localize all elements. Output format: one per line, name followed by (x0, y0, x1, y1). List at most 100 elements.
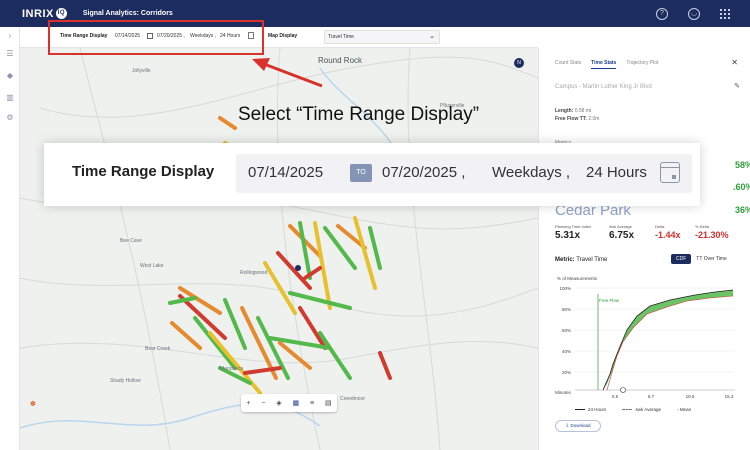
callout-time-range-bar: Time Range Display 07/14/2025 TO 07/20/2… (44, 143, 700, 206)
download-label: Download (570, 423, 591, 428)
expand-chevron-icon[interactable]: › (5, 31, 15, 41)
length-row: Length: 0.58 mi (555, 108, 591, 114)
map-view-icon[interactable]: ▦ (293, 399, 300, 407)
map-display-label: Map Display (268, 33, 298, 39)
side-percent-1: 58% (735, 160, 750, 170)
chart-y-title: % of Measurements (557, 276, 598, 281)
legend-24h[interactable]: 24 Hours (575, 407, 606, 412)
map-label-bee-cave: Bee Cave (120, 238, 142, 244)
cdf-chart: % of Measurements 100% 80% 60% 40% 20% F… (555, 276, 735, 399)
y-tick-60: 60% (562, 328, 571, 333)
table-icon[interactable]: ▥ (5, 93, 15, 103)
side-percent-2: .60% (733, 182, 750, 192)
callout-start-date: 07/14/2025 (248, 164, 324, 181)
chevron-down-icon: ⌄ (429, 33, 435, 40)
map-info-badge[interactable]: N (514, 58, 524, 68)
stat-value-pct-delta: -21.30% (695, 230, 729, 240)
list-view-icon[interactable]: ≡ (310, 400, 314, 407)
stat-label-pct-delta: % Delta (695, 224, 710, 229)
logo-badge: IQ (55, 8, 67, 19)
toggle-tt-over-time[interactable]: TT Over Time (691, 254, 731, 264)
right-panel: Count Stats Time Stats Trajectory Plot ✕… (538, 48, 750, 450)
callout-to-badge: TO (350, 164, 372, 182)
map-label-creedmoor: Creedmoor (340, 396, 366, 402)
grid-view-icon[interactable]: ▤ (325, 399, 332, 407)
map-label-manchaca: Manchaca (220, 366, 244, 372)
top-icons: ? ◡ (656, 0, 730, 27)
layers-icon[interactable]: ◈ (276, 399, 281, 407)
legend-24h-label: 24 Hours (588, 407, 607, 412)
download-button[interactable]: ⇩ Download (555, 420, 601, 432)
metric-value[interactable]: Travel Time (576, 257, 607, 263)
left-rail: › ☰ ◆ ▥ ⚙ (0, 27, 20, 450)
callout-time-range-field[interactable]: 07/14/2025 TO 07/20/2025 , Weekdays , 24… (236, 154, 692, 193)
selected-corridor-marker (295, 265, 301, 271)
inrix-logo[interactable]: INRIX IQ (22, 8, 67, 20)
zoom-in-icon[interactable]: + (246, 400, 250, 407)
edit-pencil-icon[interactable]: ✎ (734, 82, 740, 90)
legend-4wk[interactable]: 4wk Average (622, 407, 661, 412)
toggle-cdf[interactable]: CDF (671, 254, 692, 264)
x-title: Minutes (555, 390, 572, 395)
panel-tabs: Count Stats Time Stats Trajectory Plot (555, 60, 658, 69)
app-title: Signal Analytics: Corridors (82, 10, 173, 17)
length-value: 0.58 mi (574, 108, 592, 114)
stat-value-delta: -1.44x (655, 230, 681, 240)
free-flow-text: Free Flow (599, 298, 620, 303)
x-tick-4: 15.3 (725, 394, 734, 399)
cdf-line-4wk (606, 295, 734, 391)
callout-end-date: 07/20/2025 , (382, 164, 466, 181)
stat-label-4wk: 4wk Average (609, 224, 632, 229)
help-icon[interactable]: ? (656, 7, 668, 20)
map-label-rollingwood: Rollingwood (240, 270, 268, 276)
chart-mode-toggle: CDF TT Over Time (671, 254, 732, 264)
zoom-out-icon[interactable]: − (261, 400, 265, 407)
free-flow-label: Free Flow TT: (555, 116, 587, 122)
x-tick-1: 0.5 (612, 394, 619, 399)
time-range-highlight-box (48, 20, 264, 55)
side-percent-3: 36% (735, 205, 750, 215)
settings-gear-icon[interactable]: ⚙ (5, 113, 15, 123)
tab-count-stats[interactable]: Count Stats (555, 60, 581, 69)
stat-label-pti: Planning Time Index (555, 224, 592, 229)
stat-value-4wk: 6.75x (609, 230, 635, 241)
map-display-value: Travel Time (328, 34, 354, 40)
corridor-name: Campus - Martin Luther King Jr Blvd (555, 84, 652, 90)
map-display-select[interactable]: Travel Time ⌄ (324, 30, 440, 44)
legend-mean[interactable]: ◦ Mean (677, 407, 691, 412)
callout-days: Weekdays , (492, 164, 571, 181)
free-flow-row: Free Flow TT: 2.0m (555, 116, 599, 122)
user-icon[interactable]: ◡ (688, 7, 700, 20)
map-label-west-lake: West Lake (140, 263, 164, 269)
legend-4wk-label: 4wk Average (635, 407, 661, 412)
y-tick-100: 100% (559, 286, 571, 291)
y-tick-20: 20% (562, 370, 571, 375)
x-tick-3: 10.5 (686, 394, 695, 399)
callout-title: Select “Time Range Display” (238, 104, 480, 125)
close-icon[interactable]: ✕ (731, 58, 738, 67)
tab-time-stats[interactable]: Time Stats (591, 60, 617, 69)
y-tick-40: 40% (562, 349, 571, 354)
inrix-map-mark-icon: ✽ (30, 401, 36, 408)
map-label-round-rock: Round Rock (318, 56, 363, 65)
x-tick-2: 6.7 (648, 394, 655, 399)
chart-legend: 24 Hours 4wk Average ◦ Mean (575, 407, 691, 412)
y-tick-80: 80% (562, 307, 571, 312)
app-grid-icon[interactable] (720, 8, 730, 19)
mean-marker (620, 387, 626, 393)
map-toolbar: + − ◈ ▦ ≡ ▤ (241, 394, 337, 412)
logo-text: INRIX (22, 7, 54, 20)
callout-label: Time Range Display (72, 163, 215, 180)
legend-mean-label: Mean (679, 407, 692, 412)
stat-label-delta: Delta (655, 224, 665, 229)
map-label-jollyville: Jollyville (132, 68, 151, 74)
callout-hours: 24 Hours (586, 164, 647, 181)
metric-label: Metric: (555, 257, 575, 263)
metric-row: Metric: Travel Time (555, 257, 607, 263)
tab-trajectory-plot[interactable]: Trajectory Plot (626, 60, 658, 69)
free-flow-value: 2.0m (588, 116, 600, 122)
stat-value-pti: 5.31x (555, 230, 581, 241)
map-marker-icon[interactable]: ◆ (5, 71, 15, 81)
callout-calendar-icon[interactable] (660, 162, 680, 183)
corridor-list-icon[interactable]: ☰ (5, 49, 15, 59)
